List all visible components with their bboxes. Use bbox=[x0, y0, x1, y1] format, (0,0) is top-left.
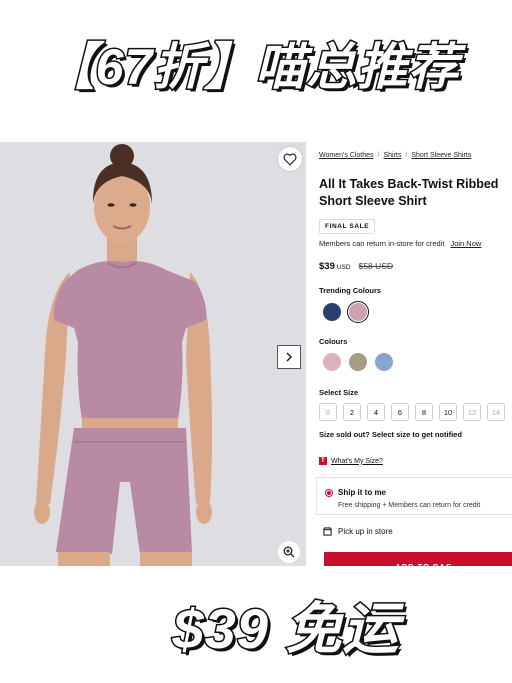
model-illustration bbox=[0, 142, 306, 566]
trending-colours-label: Trending Colours bbox=[319, 286, 382, 295]
pickup-in-store-option[interactable]: Pick up in store bbox=[323, 527, 393, 536]
pink-swatch[interactable] bbox=[323, 353, 341, 371]
sale-price: $39 bbox=[319, 261, 335, 272]
chevron-right-icon bbox=[286, 352, 293, 362]
ship-to-me-option[interactable]: Ship it to me Free shipping + Members ca… bbox=[316, 477, 512, 515]
size-guide-icon: T bbox=[319, 457, 327, 465]
size-option[interactable]: 0 bbox=[319, 403, 337, 421]
breadcrumb-short-sleeve-shirts[interactable]: Short Sleeve Shirts bbox=[411, 152, 471, 159]
promo-banner-top: 【67折】喵总推荐 bbox=[0, 0, 512, 142]
breadcrumb-womens-clothes[interactable]: Women's Clothes bbox=[319, 152, 374, 159]
price: $39 USD $58 USD bbox=[319, 261, 393, 272]
size-option[interactable]: 8 bbox=[415, 403, 433, 421]
radio-selected-icon[interactable] bbox=[325, 489, 333, 497]
return-note-text: Members can return in-store for credit bbox=[319, 239, 445, 248]
ship-title: Ship it to me bbox=[338, 488, 386, 497]
heart-icon bbox=[283, 153, 297, 166]
pickup-label: Pick up in store bbox=[338, 527, 393, 536]
join-now-link[interactable]: Join Now bbox=[450, 239, 481, 248]
breadcrumb-shirts[interactable]: Shirts bbox=[383, 152, 401, 159]
final-sale-badge: FINAL SALE bbox=[319, 219, 376, 234]
size-option[interactable]: 6 bbox=[391, 403, 409, 421]
size-option[interactable]: 12 bbox=[463, 403, 481, 421]
product-photo[interactable] bbox=[0, 142, 306, 566]
sold-out-note: Size sold out? Select size to get notifi… bbox=[319, 430, 462, 439]
blue-swatch[interactable] bbox=[375, 353, 393, 371]
promo-title: 【67折】喵总推荐 bbox=[43, 38, 460, 97]
next-image-button[interactable] bbox=[277, 345, 301, 369]
zoom-in-icon bbox=[283, 546, 295, 558]
size-guide-link[interactable]: T What's My Size? bbox=[319, 457, 383, 465]
promo-banner-bottom: $39 免运 bbox=[0, 566, 512, 683]
product-detail-panel: Women's Clothes / Shirts / Short Sleeve Shir… bbox=[306, 142, 512, 566]
colours-label: Colours bbox=[319, 337, 348, 346]
store-icon bbox=[323, 527, 332, 536]
add-to-bag-button[interactable]: ADD TO BAG bbox=[324, 552, 512, 566]
member-return-note: Members can return in-store for credit Jo… bbox=[319, 239, 481, 248]
size-option[interactable]: 2 bbox=[343, 403, 361, 421]
taupe-swatch[interactable] bbox=[349, 353, 367, 371]
ship-subtitle: Free shipping + Members can return for c… bbox=[338, 502, 481, 509]
navy-swatch[interactable] bbox=[323, 303, 341, 321]
size-option[interactable]: 4 bbox=[367, 403, 385, 421]
promo-price-text: $39 免运 bbox=[171, 596, 400, 662]
currency: USD bbox=[336, 264, 351, 271]
original-price: $58 USD bbox=[358, 261, 394, 271]
zoom-button[interactable] bbox=[278, 541, 300, 563]
product-title: All It Takes Back-Twist Ribbed Short Sle… bbox=[319, 177, 499, 208]
select-size-label: Select Size bbox=[319, 388, 359, 397]
size-option[interactable]: 10 bbox=[439, 403, 457, 421]
size-option[interactable]: 14 bbox=[487, 403, 505, 421]
breadcrumb: Women's Clothes / Shirts / Short Sleeve Shir… bbox=[319, 152, 472, 159]
size-guide-label[interactable]: What's My Size? bbox=[331, 458, 383, 465]
wishlist-button[interactable] bbox=[278, 147, 302, 171]
mauve-swatch[interactable] bbox=[349, 303, 367, 321]
